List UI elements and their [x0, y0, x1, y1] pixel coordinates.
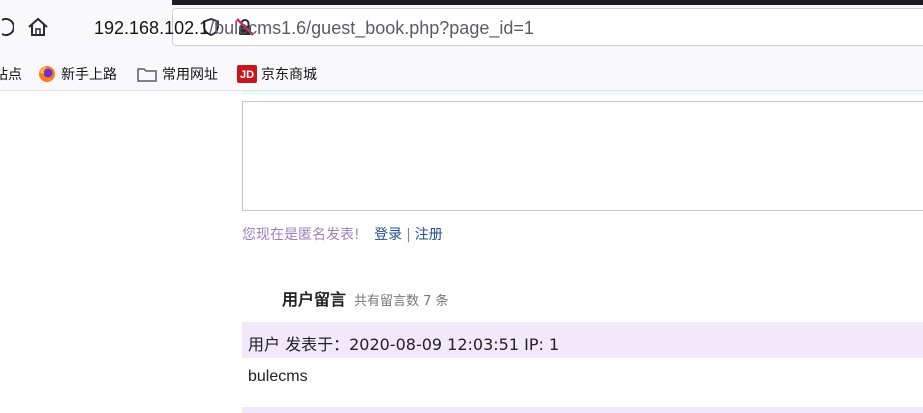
next-message-header	[242, 407, 923, 413]
url-text[interactable]: 192.168.102.1/bulecms1.6/guest_book.php?…	[94, 18, 534, 39]
messages-title: 用户留言	[282, 290, 347, 309]
link-separator: |	[406, 227, 411, 243]
anonymous-notice: 您现在是匿名发表! 登录 | 注册	[242, 224, 443, 244]
browser-toolbar: 192.168.102.1/bulecms1.6/guest_book.php?…	[0, 0, 923, 56]
messages-count: 共有留言数 7 条	[354, 294, 449, 309]
tab-strip-edge	[172, 0, 923, 5]
anonymous-text: 您现在是匿名发表!	[242, 227, 360, 243]
message-meta: 用户 发表于：2020-08-09 12:03:51 IP: 1	[248, 335, 560, 354]
login-link[interactable]: 登录	[374, 227, 402, 243]
messages-header: 用户留言 共有留言数 7 条	[282, 286, 449, 310]
message-textarea[interactable]	[242, 101, 923, 211]
bookmark-getting-started[interactable]: 新手上路	[38, 64, 117, 84]
bookmark-label: 新手上路	[61, 67, 117, 83]
message-body: bulecms	[248, 368, 308, 385]
register-link[interactable]: 注册	[415, 227, 443, 243]
firefox-icon	[39, 66, 55, 82]
url-path: /bulecms1.6/guest_book.php?page_id=1	[209, 18, 534, 38]
folder-icon	[137, 68, 157, 82]
bookmark-jd[interactable]: JD 京东商城	[237, 64, 317, 84]
bookmark-sites[interactable]: 站点	[0, 64, 22, 84]
bookmark-label: 常用网址	[162, 67, 218, 83]
svg-text:JD: JD	[240, 69, 254, 81]
home-icon[interactable]	[27, 17, 49, 37]
message-header: 用户 发表于：2020-08-09 12:03:51 IP: 1	[242, 322, 923, 358]
bookmark-common-sites[interactable]: 常用网址	[137, 64, 218, 84]
form-top-border	[242, 91, 923, 95]
page-content: 您现在是匿名发表! 登录 | 注册 用户留言 共有留言数 7 条 用户 发表于：202…	[0, 91, 923, 413]
url-host: 192.168.102.1	[94, 18, 210, 38]
jd-icon: JD	[237, 65, 257, 83]
reload-icon[interactable]	[0, 16, 14, 38]
bookmarks-toolbar: 站点 新手上路 常用网址 JD 京东商城	[0, 56, 923, 91]
bookmark-label: 站点	[0, 67, 22, 83]
bookmark-label: 京东商城	[261, 67, 317, 83]
